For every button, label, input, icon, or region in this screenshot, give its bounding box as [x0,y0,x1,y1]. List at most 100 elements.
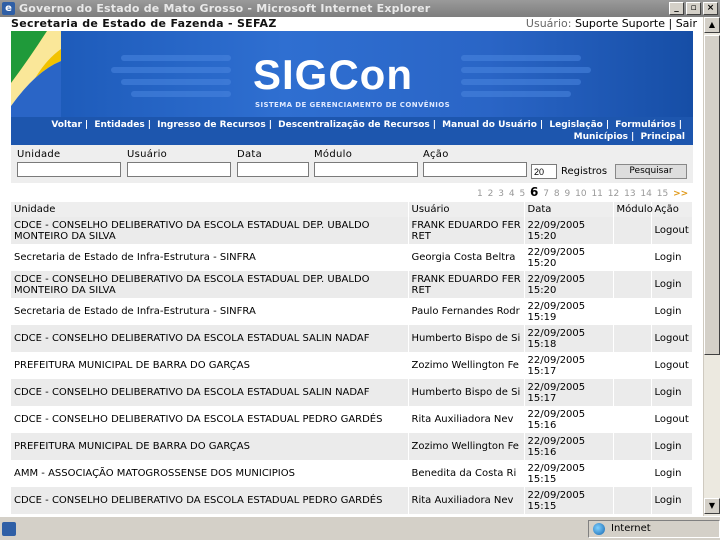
pesquisar-button[interactable]: Pesquisar [615,164,687,179]
scroll-down-icon[interactable]: ▼ [704,498,720,514]
acao-cell: Login [651,379,693,406]
page-link[interactable]: 8 [554,189,560,199]
acao-cell: Login [651,487,693,514]
browser-viewport: Secretaria de Estado de Fazenda - SEFAZ … [0,17,703,516]
page-icon [2,521,16,536]
modulo-cell [613,217,652,244]
col-modulo[interactable]: Módulo [613,202,653,217]
acao-cell: Logout [651,406,693,433]
registros-input[interactable] [531,164,557,179]
table-row: PREFEITURA MUNICIPAL DE BARRA DO GARÇAS Z… [11,433,693,460]
usuario-cell: Benedita da Costa Ri [408,460,525,487]
modulo-input[interactable] [314,162,418,177]
globe-icon [593,522,605,535]
table-row: Secretaria de Estado de Infra-Estrutura … [11,298,693,325]
data-input[interactable] [237,162,309,177]
data-cell: 22/09/2005 15:20 [524,244,614,271]
usuario-input[interactable] [127,162,231,177]
unidade-cell: CDCE - CONSELHO DELIBERATIVO DA ESCOLA E… [11,487,409,514]
col-usuario[interactable]: Usuário [408,202,525,217]
table-row: CDCE - CONSELHO DELIBERATIVO DA ESCOLA E… [11,325,693,352]
acao-cell: Login [651,298,693,325]
page-link[interactable]: 3 [498,189,504,199]
user-name: Suporte Suporte [574,17,665,30]
page-link[interactable]: 2 [488,189,494,199]
page-link[interactable]: 14 [640,189,651,199]
scroll-up-icon[interactable]: ▲ [704,17,720,33]
unidade-cell: CDCE - CONSELHO DELIBERATIVO DA ESCOLA E… [11,325,409,352]
nav-ingresso[interactable]: Ingresso de Recursos [157,120,266,130]
nav-manual[interactable]: Manual do Usuário [442,120,537,130]
app-title: SIGCon [253,51,413,98]
acao-cell: Login [651,460,693,487]
unidade-input[interactable] [17,162,121,177]
nav-descentralizacao[interactable]: Descentralização de Recursos [278,120,430,130]
registros-group: Registros [531,164,607,179]
col-unidade[interactable]: Unidade [11,202,409,217]
nav-principal[interactable]: Principal [640,132,685,142]
maximize-button[interactable]: ▫ [686,2,701,15]
modulo-cell [613,460,652,487]
close-button[interactable]: × [703,2,718,15]
usuario-cell: Zozimo Wellington Fe [408,352,525,379]
data-cell: 22/09/2005 15:16 [524,433,614,460]
data-cell: 22/09/2005 15:15 [524,460,614,487]
modulo-cell [613,325,652,352]
vertical-scrollbar[interactable]: ▲ ▼ [703,17,720,516]
page-link[interactable]: 10 [575,189,586,199]
nav-voltar[interactable]: Voltar [51,120,82,130]
logout-link[interactable]: Sair [676,17,697,30]
table-row: CDCE - CONSELHO DELIBERATIVO DA ESCOLA E… [11,406,693,433]
app-banner: SIGCon SISTEMA DE GERENCIAMENTO DE CONVÊ… [11,31,693,117]
unidade-cell: CDCE - CONSELHO DELIBERATIVO DA ESCOLA E… [11,379,409,406]
main-nav: Voltar | Entidades | Ingresso de Recursos |… [11,117,693,145]
search-form: Unidade Usuário Data Módulo Ação Registr… [11,145,693,183]
minimize-button[interactable]: _ [669,2,684,15]
modulo-cell [613,379,652,406]
acao-cell: Login [651,271,693,298]
unidade-cell: Secretaria de Estado de Infra-Estrutura … [11,244,409,271]
usuario-cell: Paulo Fernandes Rodr [408,298,525,325]
col-data[interactable]: Data [524,202,614,217]
nav-formularios[interactable]: Formulários [615,120,675,130]
table-row: Secretaria de Estado de Infra-Estrutura … [11,244,693,271]
table-row: CDCE - CONSELHO DELIBERATIVO DA ESCOLA E… [11,271,693,298]
table-row: CDCE - CONSELHO DELIBERATIVO DA ESCOLA E… [11,379,693,406]
data-cell: 22/09/2005 15:19 [524,298,614,325]
page-link[interactable]: 15 [657,189,668,199]
nav-legislacao[interactable]: Legislação [549,120,602,130]
usuario-label: Usuário [127,149,168,160]
window-title: Governo do Estado de Mato Grosso - Micro… [19,2,431,15]
page-link[interactable]: 12 [608,189,619,199]
page-link[interactable]: 13 [624,189,635,199]
data-cell: 22/09/2005 15:16 [524,406,614,433]
nav-municipios[interactable]: Municípios [574,132,628,142]
nav-entidades[interactable]: Entidades [94,120,144,130]
table-row: CDCE - CONSELHO DELIBERATIVO DA ESCOLA E… [11,487,693,514]
modulo-cell [613,244,652,271]
data-cell: 22/09/2005 15:17 [524,352,614,379]
acao-input[interactable] [423,162,527,177]
modulo-cell [613,487,652,514]
unidade-cell: CDCE - CONSELHO DELIBERATIVO DA ESCOLA E… [11,406,409,433]
page-link[interactable]: 9 [565,189,571,199]
table-row: CDCE - CONSELHO DELIBERATIVO DA ESCOLA E… [11,217,693,244]
page-link[interactable]: 4 [509,189,515,199]
usuario-cell: Humberto Bispo de Si [408,379,525,406]
ie-icon: e [2,2,15,15]
page-link[interactable]: 1 [477,189,483,199]
next-page-link[interactable]: >> [673,189,688,199]
modulo-cell [613,406,652,433]
scroll-thumb[interactable] [704,35,720,355]
data-label: Data [237,149,263,160]
col-acao[interactable]: Ação [651,202,693,217]
data-cell: 22/09/2005 15:15 [524,487,614,514]
page-link[interactable]: 5 [519,189,525,199]
page-link[interactable]: 11 [591,189,602,199]
page-link[interactable]: 7 [543,189,549,199]
unidade-cell: CDCE - CONSELHO DELIBERATIVO DA ESCOLA E… [11,271,409,298]
app-subtitle: SISTEMA DE GERENCIAMENTO DE CONVÊNIOS [255,101,451,109]
data-cell: 22/09/2005 15:20 [524,271,614,298]
acao-field-group: Ação [423,149,527,177]
modulo-field-group: Módulo [314,149,418,177]
